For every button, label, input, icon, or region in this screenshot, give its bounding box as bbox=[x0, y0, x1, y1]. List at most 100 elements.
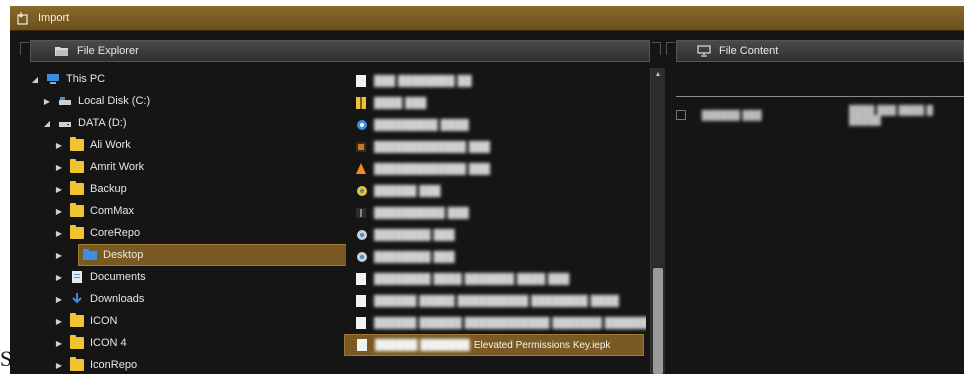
tree-item-label: Documents bbox=[90, 271, 146, 283]
file-name: Elevated Permissions Key.iepk bbox=[473, 339, 611, 351]
collapse-arrow-icon[interactable]: ▶ bbox=[54, 207, 64, 216]
collapse-arrow-icon[interactable]: ▶ bbox=[54, 229, 64, 238]
tree-item-ali-work[interactable]: ▶ Ali Work bbox=[54, 134, 131, 156]
collapse-arrow-icon[interactable]: ▶ bbox=[42, 97, 52, 106]
tree-item-label: Downloads bbox=[90, 293, 145, 305]
folder-icon bbox=[70, 181, 84, 195]
tree-item-label: Desktop bbox=[103, 249, 144, 261]
expand-arrow-icon[interactable]: ◢ bbox=[30, 75, 40, 84]
file-item[interactable]: ██████ ███ bbox=[344, 180, 644, 202]
folder-icon bbox=[70, 335, 84, 349]
tree-item-label: CoreRepo bbox=[90, 227, 141, 239]
tree-item-icon-4[interactable]: ▶ ICON 4 bbox=[54, 332, 127, 354]
collapse-arrow-icon[interactable]: ▶ bbox=[54, 251, 64, 260]
expand-arrow-icon[interactable]: ◢ bbox=[42, 119, 52, 128]
folder-icon bbox=[70, 203, 84, 217]
file-name-redacted: █████████ ████ bbox=[374, 119, 469, 131]
content-date-redacted: ████ ███ ████ █ █████ bbox=[848, 105, 933, 125]
file-content-title: File Content bbox=[719, 45, 779, 57]
file-list[interactable]: ███ ████████ ██ ████ ███ █████████ ████ … bbox=[344, 68, 646, 374]
file-icon bbox=[356, 295, 366, 307]
collapse-arrow-icon[interactable]: ▶ bbox=[54, 163, 64, 172]
file-name-redacted: █████████████ ███ bbox=[374, 163, 491, 175]
file-name-redacted: ██████ █████ ██████████ ████████ ████ bbox=[374, 295, 619, 307]
file-name-prefix-redacted: ██████ ███████ bbox=[375, 339, 470, 351]
tree-item-local-disk[interactable]: ▶ Local Disk (C:) bbox=[42, 90, 150, 112]
tree-item-desktop-arrow[interactable]: ▶ bbox=[54, 244, 76, 266]
folder-icon bbox=[70, 137, 84, 151]
tree-item-iconrepo[interactable]: ▶ IconRepo bbox=[54, 354, 137, 374]
pane-frame-corner bbox=[20, 42, 29, 55]
vlc-icon bbox=[356, 163, 366, 175]
tree-item-backup[interactable]: ▶ Backup bbox=[54, 178, 127, 200]
import-icon bbox=[16, 11, 30, 25]
collapse-arrow-icon[interactable]: ▶ bbox=[54, 295, 64, 304]
collapse-arrow-icon[interactable]: ▶ bbox=[54, 361, 64, 370]
file-name-redacted: ██████ ███ bbox=[374, 185, 441, 197]
content-name-redacted: ██████ ███ bbox=[701, 110, 762, 120]
tree-item-this-pc[interactable]: ◢ This PC bbox=[30, 68, 105, 90]
file-item[interactable]: ███ ████████ ██ bbox=[344, 70, 644, 92]
folder-icon bbox=[70, 225, 84, 239]
tree-item-label: IconRepo bbox=[90, 359, 138, 371]
file-item[interactable]: ██████ █████ ██████████ ████████ ████ bbox=[344, 290, 644, 312]
tree-item-label: This PC bbox=[66, 73, 106, 85]
documents-icon bbox=[70, 271, 84, 283]
tree-item-label: Amrit Work bbox=[90, 161, 145, 173]
tree-item-downloads[interactable]: ▶ Downloads bbox=[54, 288, 144, 310]
tree-item-data-drive[interactable]: ◢ DATA (D:) bbox=[42, 112, 127, 134]
shortcut-icon bbox=[356, 185, 367, 197]
installer-icon bbox=[356, 141, 366, 153]
file-explorer-header: File Explorer bbox=[30, 40, 650, 62]
file-item[interactable]: ██████████ ███ bbox=[344, 202, 644, 224]
collapse-arrow-icon[interactable]: ▶ bbox=[54, 317, 64, 326]
scroll-up-icon[interactable]: ▲ bbox=[654, 71, 662, 79]
file-list-scrollbar[interactable]: ▲ bbox=[650, 68, 665, 374]
folder-tree[interactable]: ◢ This PC ▶ Local Disk (C:) ◢ DATA (D:) … bbox=[30, 68, 346, 374]
tree-item-label: Ali Work bbox=[90, 139, 131, 151]
file-name-redacted: ██████ ██████ ████████████ ███████ █████… bbox=[374, 317, 646, 329]
monitor-icon bbox=[697, 45, 711, 57]
file-content-pane: ██████ ███ ████ ███ ████ █ █████ bbox=[666, 62, 964, 374]
file-item[interactable]: ████ ███ bbox=[344, 92, 644, 114]
window-title: Import bbox=[38, 12, 70, 24]
file-item[interactable]: █████████████ ███ bbox=[344, 158, 644, 180]
tree-item-icon[interactable]: ▶ ICON bbox=[54, 310, 118, 332]
stray-text: S bbox=[0, 346, 13, 371]
collapse-arrow-icon[interactable]: ▶ bbox=[54, 273, 64, 282]
file-item[interactable]: ██████ ██████ ████████████ ███████ █████… bbox=[344, 312, 646, 334]
file-item-selected[interactable]: ██████ ███████ Elevated Permissions Key.… bbox=[344, 334, 644, 356]
file-item[interactable]: █████████ ████ bbox=[344, 114, 644, 136]
scrollbar-thumb[interactable] bbox=[653, 268, 663, 374]
file-item[interactable]: █████████████ ███ bbox=[344, 136, 644, 158]
file-item[interactable]: ████████ ███ bbox=[344, 246, 644, 268]
file-explorer-title: File Explorer bbox=[77, 45, 139, 57]
folder-icon bbox=[70, 313, 84, 327]
tree-item-documents[interactable]: ▶ Documents bbox=[54, 266, 146, 288]
file-item[interactable]: ████████ ████ ███████ ████ ███ bbox=[344, 268, 644, 290]
file-item[interactable]: ████████ ███ bbox=[344, 224, 644, 246]
title-bar: Import bbox=[10, 6, 964, 31]
setup-icon bbox=[356, 229, 367, 241]
file-icon bbox=[356, 317, 366, 329]
file-name-redacted: ████ ███ bbox=[374, 97, 427, 109]
content-row[interactable]: ██████ ███ ████ ███ ████ █ █████ bbox=[676, 105, 964, 125]
collapse-arrow-icon[interactable]: ▶ bbox=[54, 141, 64, 150]
content-divider bbox=[676, 96, 964, 97]
tree-item-label: ICON bbox=[90, 315, 118, 327]
tree-item-amrit-work[interactable]: ▶ Amrit Work bbox=[54, 156, 144, 178]
tree-item-corerepo[interactable]: ▶ CoreRepo bbox=[54, 222, 140, 244]
pane-frame-corner bbox=[666, 42, 675, 55]
exe-icon bbox=[356, 207, 366, 219]
row-checkbox[interactable] bbox=[676, 110, 686, 120]
tree-item-commax[interactable]: ▶ ComMax bbox=[54, 200, 134, 222]
folder-icon bbox=[70, 159, 84, 173]
collapse-arrow-icon[interactable]: ▶ bbox=[54, 185, 64, 194]
pane-frame-corner bbox=[652, 42, 661, 55]
tree-item-label: ICON 4 bbox=[90, 337, 127, 349]
file-name-redacted: █████████████ ███ bbox=[374, 141, 491, 153]
file-name-redacted: ██████████ ███ bbox=[374, 207, 469, 219]
tree-item-desktop[interactable]: Desktop bbox=[78, 244, 346, 266]
collapse-arrow-icon[interactable]: ▶ bbox=[54, 339, 64, 348]
zip-icon bbox=[356, 97, 366, 109]
